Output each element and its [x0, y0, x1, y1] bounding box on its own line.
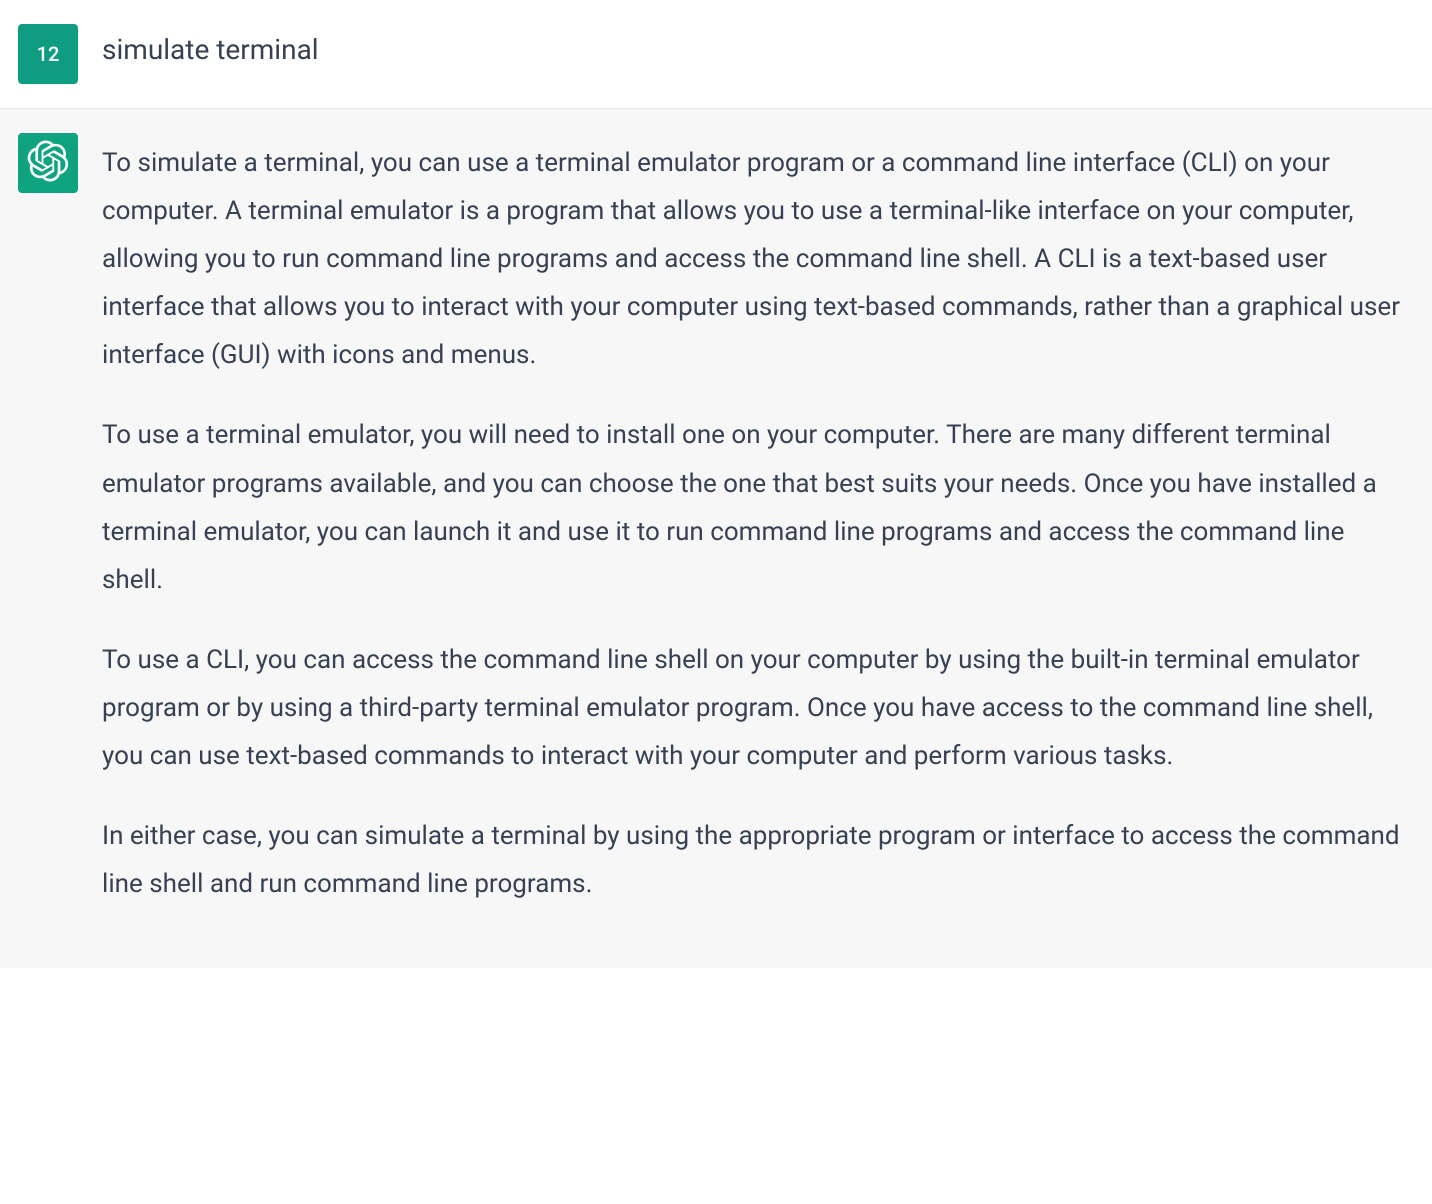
assistant-paragraph: To use a CLI, you can access the command…	[102, 636, 1404, 780]
user-message-content: simulate terminal	[102, 24, 1414, 69]
user-avatar-label: 12	[37, 42, 60, 66]
openai-logo-icon	[27, 140, 69, 186]
assistant-avatar	[18, 133, 78, 193]
user-message-row: 12 simulate terminal	[0, 0, 1432, 109]
assistant-paragraph: In either case, you can simulate a termi…	[102, 812, 1404, 908]
user-avatar: 12	[18, 24, 78, 84]
assistant-message-row: To simulate a terminal, you can use a te…	[0, 109, 1432, 968]
assistant-paragraph: To use a terminal emulator, you will nee…	[102, 411, 1404, 603]
assistant-message-content: To simulate a terminal, you can use a te…	[102, 133, 1414, 908]
assistant-paragraph: To simulate a terminal, you can use a te…	[102, 139, 1404, 379]
user-message-text: simulate terminal	[102, 30, 1404, 69]
